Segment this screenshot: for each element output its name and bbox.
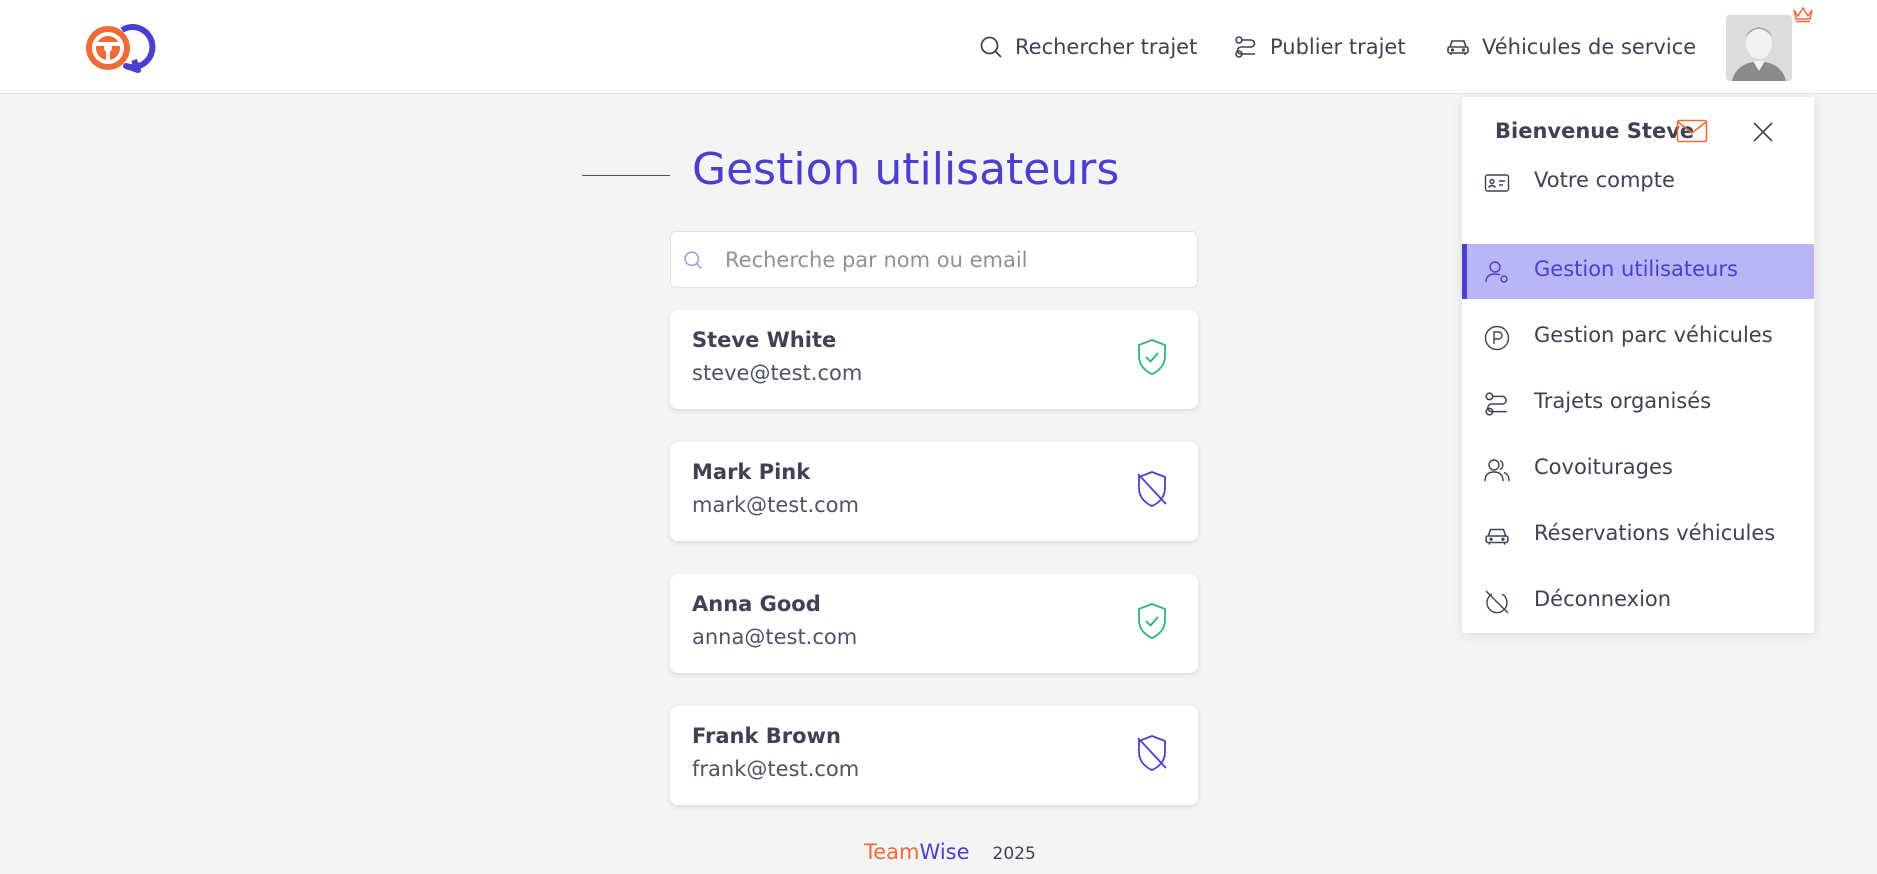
- car-icon: [1447, 40, 1469, 55]
- user-search-box[interactable]: [670, 231, 1198, 288]
- user-name: Steve White: [692, 328, 837, 352]
- user-avatar[interactable]: [1726, 15, 1792, 81]
- menu-item-label: Gestion utilisateurs: [1534, 257, 1738, 281]
- user-gear-icon: [1485, 261, 1508, 283]
- user-card[interactable]: Mark Pink mark@test.com: [670, 442, 1198, 541]
- teamwise-logo-icon[interactable]: [84, 22, 160, 74]
- user-email: anna@test.com: [692, 625, 858, 649]
- menu-item-label: Covoiturages: [1534, 455, 1673, 479]
- user-name: Mark Pink: [692, 460, 811, 484]
- route-icon: [1235, 36, 1256, 58]
- menu-item-organized-trips[interactable]: Trajets organisés: [1462, 376, 1814, 431]
- route-icon: [1485, 392, 1507, 416]
- user-dropdown-menu: Bienvenue Steve Votre compte Gestion uti…: [1462, 97, 1814, 633]
- page-title: Gestion utilisateurs: [692, 144, 1120, 195]
- user-card[interactable]: Steve White steve@test.com: [670, 310, 1198, 409]
- user-name: Anna Good: [692, 592, 821, 616]
- nav-search-trip[interactable]: Rechercher trajet: [979, 29, 1197, 65]
- avatar-silhouette-icon: [1726, 15, 1792, 81]
- logout-icon: [1485, 590, 1509, 614]
- car-icon: [1485, 528, 1509, 545]
- nav-service-vehicles-label: Véhicules de service: [1482, 35, 1697, 59]
- menu-item-label: Gestion parc véhicules: [1534, 323, 1773, 347]
- top-navbar: Rechercher trajet Publier trajet Véhicul…: [0, 0, 1877, 94]
- welcome-text: Bienvenue Steve: [1495, 119, 1695, 143]
- mail-icon[interactable]: [1676, 119, 1708, 143]
- nav-publish-trip-label: Publier trajet: [1270, 35, 1406, 59]
- menu-item-label: Votre compte: [1534, 168, 1675, 192]
- menu-item-vehicle-reservations[interactable]: Réservations véhicules: [1462, 508, 1814, 563]
- nav-search-trip-label: Rechercher trajet: [1015, 35, 1198, 59]
- footer-brand-wise: Wise: [919, 840, 970, 864]
- shield-off-icon[interactable]: [1136, 734, 1168, 772]
- user-email: frank@test.com: [692, 757, 860, 781]
- user-email: mark@test.com: [692, 493, 859, 517]
- nav-publish-trip[interactable]: Publier trajet: [1234, 29, 1406, 65]
- search-icon: [684, 251, 702, 269]
- menu-item-user-management[interactable]: Gestion utilisateurs: [1462, 244, 1814, 299]
- menu-item-fleet-management[interactable]: Gestion parc véhicules: [1462, 310, 1814, 365]
- user-email: steve@test.com: [692, 361, 863, 385]
- shield-check-icon[interactable]: [1136, 602, 1168, 640]
- menu-item-label: Réservations véhicules: [1534, 521, 1776, 545]
- menu-item-label: Déconnexion: [1534, 587, 1672, 611]
- menu-item-account[interactable]: Votre compte: [1462, 155, 1814, 210]
- menu-item-label: Trajets organisés: [1534, 389, 1712, 413]
- crown-icon: [1793, 6, 1813, 23]
- user-search-input[interactable]: [725, 240, 1185, 280]
- users-icon: [1484, 459, 1510, 482]
- footer-brand-team: Team: [864, 840, 920, 864]
- user-card[interactable]: Frank Brown frank@test.com: [670, 706, 1198, 805]
- id-card-icon: [1484, 174, 1510, 192]
- title-divider: [582, 175, 670, 176]
- shield-off-icon[interactable]: [1136, 470, 1168, 508]
- footer: Team Wise 2025: [864, 840, 1036, 864]
- user-name: Frank Brown: [692, 724, 841, 748]
- shield-check-icon[interactable]: [1136, 338, 1168, 376]
- nav-service-vehicles[interactable]: Véhicules de service: [1446, 29, 1696, 65]
- search-icon: [980, 36, 1002, 58]
- footer-year: 2025: [992, 844, 1036, 864]
- parking-icon: [1484, 325, 1510, 351]
- menu-item-carpools[interactable]: Covoiturages: [1462, 442, 1814, 497]
- menu-item-logout[interactable]: Déconnexion: [1462, 574, 1814, 629]
- close-icon[interactable]: [1752, 121, 1774, 143]
- user-card[interactable]: Anna Good anna@test.com: [670, 574, 1198, 673]
